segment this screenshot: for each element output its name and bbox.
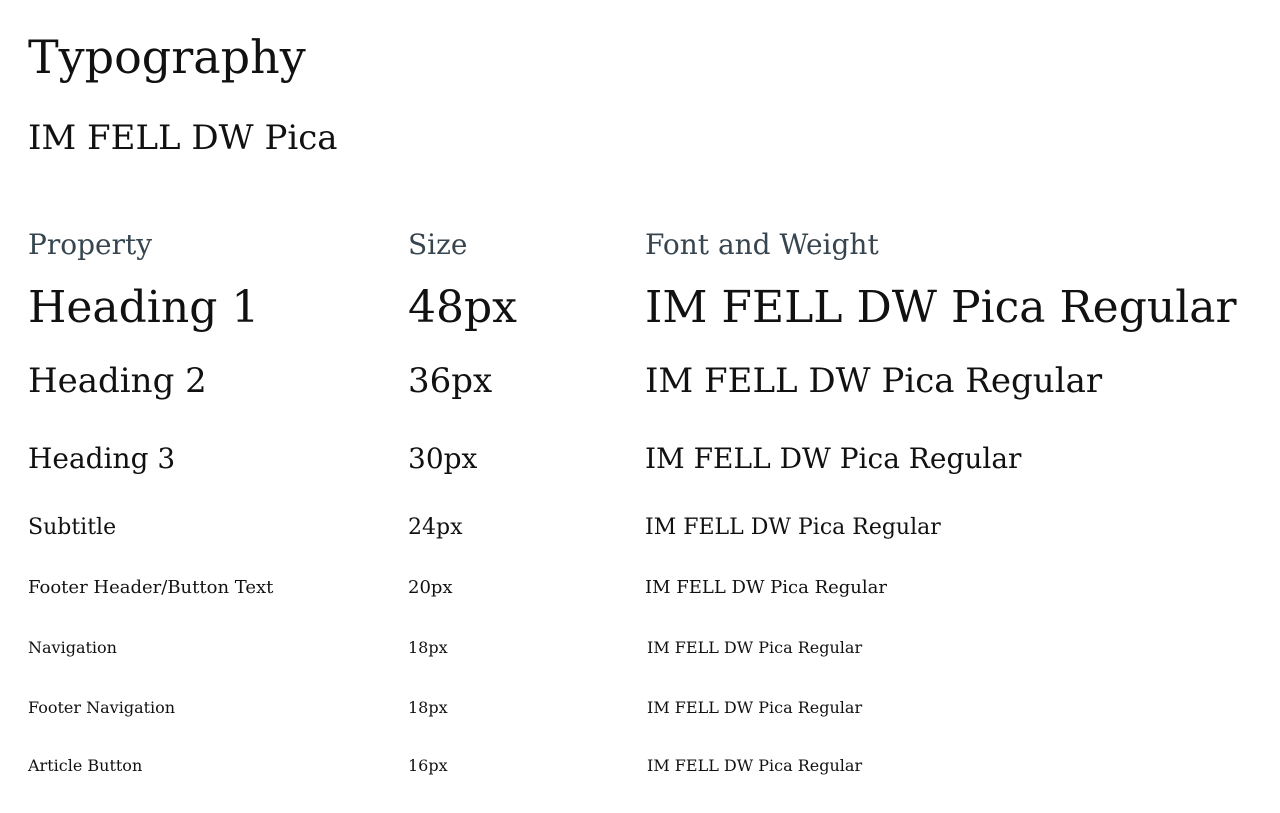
font-weight-cell: IM FELL DW Pica Regular xyxy=(645,442,1022,475)
property-cell: Footer Header/Button Text xyxy=(28,577,274,598)
property-cell: Subtitle xyxy=(28,515,117,540)
font-weight-cell: IM FELL DW Pica Regular xyxy=(645,282,1237,333)
size-cell: 20px xyxy=(408,577,453,598)
size-cell: 24px xyxy=(408,515,463,540)
column-header-size: Size xyxy=(408,228,468,261)
property-cell: Footer Navigation xyxy=(28,698,176,717)
page-title: Typography xyxy=(28,30,306,84)
font-weight-cell: IM FELL DW Pica Regular xyxy=(645,515,941,540)
property-cell: Heading 2 xyxy=(28,361,207,401)
size-cell: 36px xyxy=(408,361,493,401)
font-weight-cell: IM FELL DW Pica Regular xyxy=(647,756,863,775)
column-header-property: Property xyxy=(28,228,153,261)
font-weight-cell: IM FELL DW Pica Regular xyxy=(647,638,863,657)
size-cell: 16px xyxy=(408,756,448,775)
font-weight-cell: IM FELL DW Pica Regular xyxy=(645,361,1103,401)
font-weight-cell: IM FELL DW Pica Regular xyxy=(647,698,863,717)
font-family-name: IM FELL DW Pica xyxy=(28,118,338,158)
font-weight-cell: IM FELL DW Pica Regular xyxy=(645,577,887,598)
size-cell: 30px xyxy=(408,442,478,475)
property-cell: Article Button xyxy=(28,756,143,775)
property-cell: Navigation xyxy=(28,638,117,657)
size-cell: 18px xyxy=(408,698,448,717)
property-cell: Heading 1 xyxy=(28,282,260,333)
property-cell: Heading 3 xyxy=(28,442,176,475)
size-cell: 48px xyxy=(408,282,517,333)
column-header-font-weight: Font and Weight xyxy=(645,228,879,261)
size-cell: 18px xyxy=(408,638,448,657)
